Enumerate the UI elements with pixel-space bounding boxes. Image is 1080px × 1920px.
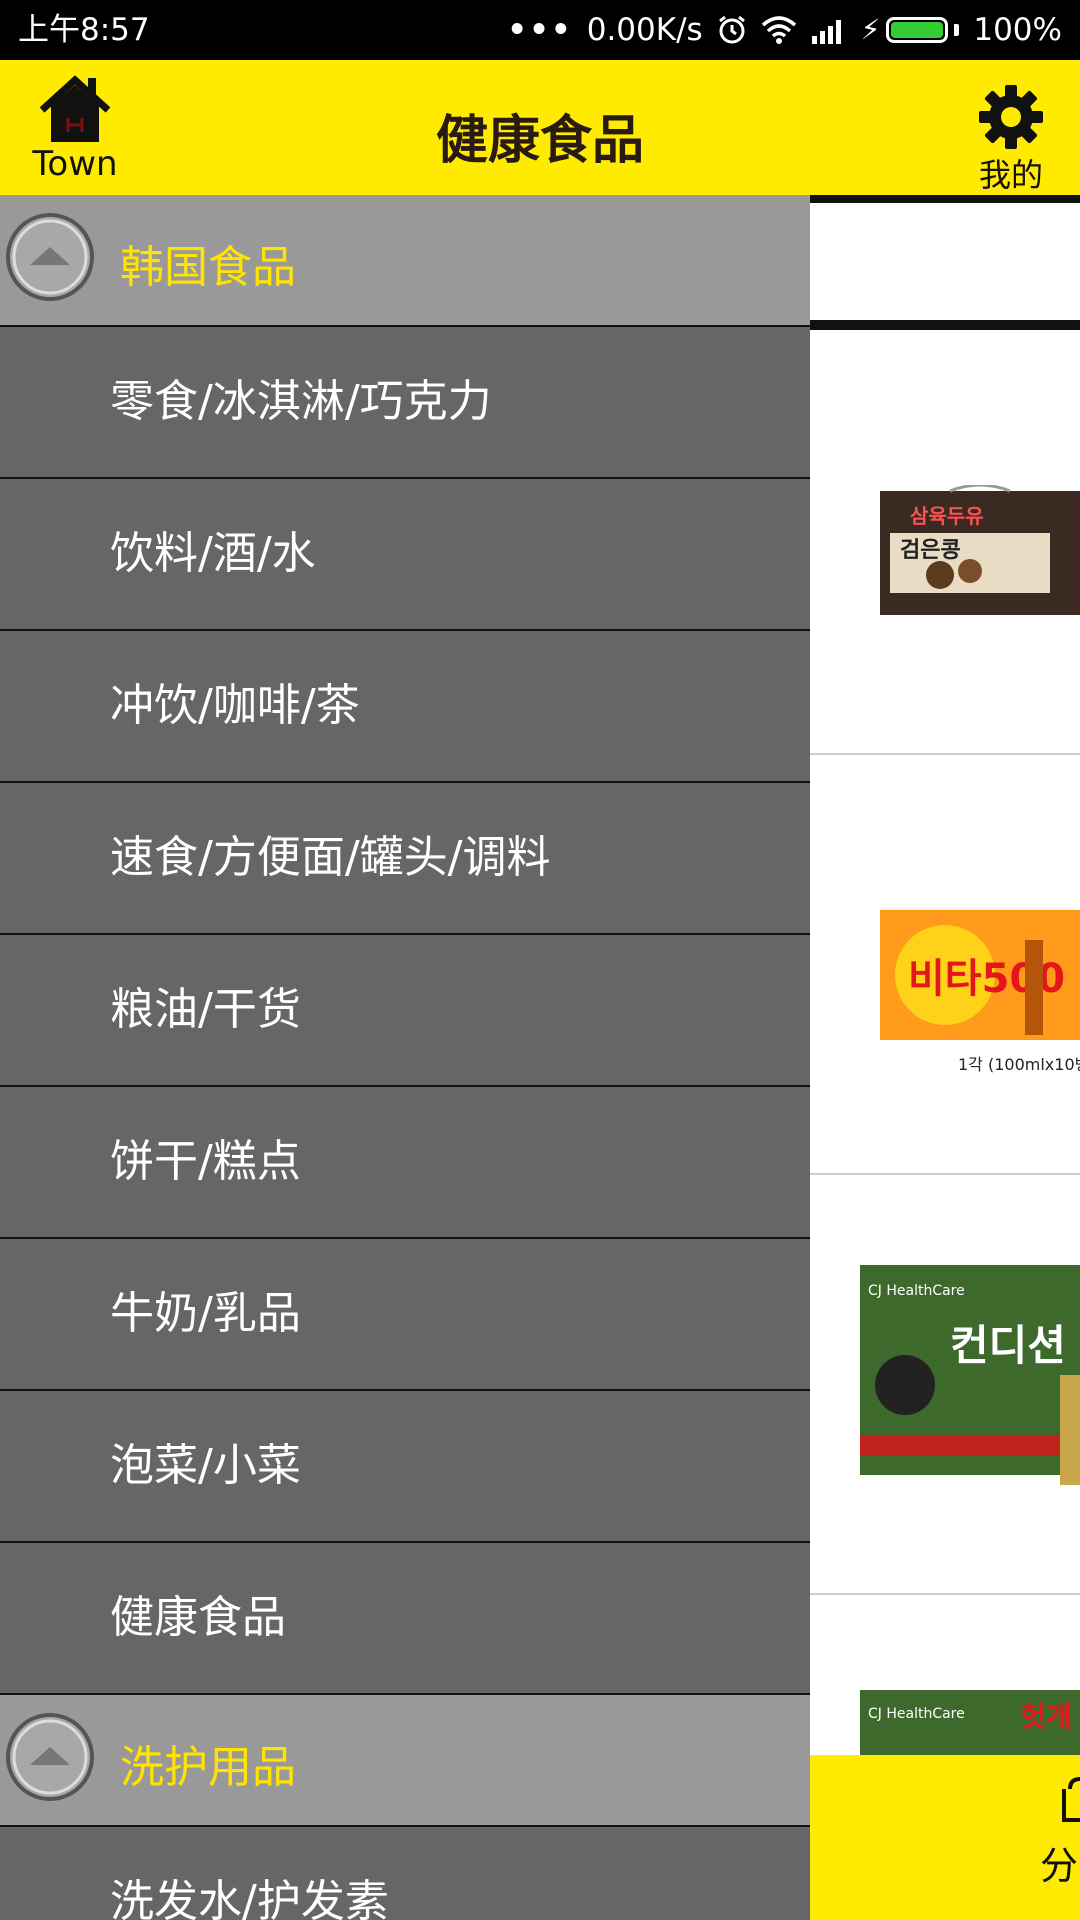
- product-card[interactable]: 비타500 1각 (100mlx10병): [810, 755, 1080, 1175]
- product-card[interactable]: 삼육두유 검은콩: [810, 335, 1080, 755]
- app-header: Town 健康食品 我的: [0, 60, 1080, 195]
- product-sub-text: 1각 (100mlx10병): [958, 1055, 1080, 1074]
- group-header-personal-care[interactable]: 洗护用品: [0, 1695, 810, 1827]
- battery-tip: [954, 24, 960, 36]
- status-icons: ••• 0.00K/s ⚡ 100%: [507, 0, 1062, 60]
- drawer-item[interactable]: 冲饮/咖啡/茶: [0, 631, 810, 783]
- group-label: 韩国食品: [120, 242, 296, 293]
- product-list: 삼육두유 검은콩 비타500 1각 (100mlx10병) CJ HealthC…: [810, 195, 1080, 1920]
- more-dots-icon: •••: [507, 12, 573, 48]
- drawer-item[interactable]: 牛奶/乳品: [0, 1239, 810, 1391]
- gear-icon: [979, 85, 1043, 149]
- collapse-arrow-icon[interactable]: [4, 211, 96, 303]
- status-time: 上午8:57: [18, 12, 150, 48]
- category-tab-bar[interactable]: [810, 195, 1080, 330]
- product-card[interactable]: CJ HealthCare 컨디션: [810, 1175, 1080, 1595]
- product-brand-text: 삼육두유: [910, 504, 984, 528]
- network-speed: 0.00K/s: [586, 12, 703, 48]
- my-account-button[interactable]: 我的: [966, 82, 1056, 196]
- drawer-item[interactable]: 健康食品: [0, 1543, 810, 1695]
- drawer-item[interactable]: 粮油/干货: [0, 935, 810, 1087]
- collapse-arrow-icon[interactable]: [4, 1711, 96, 1803]
- group-header-korean-food[interactable]: 韩国食品: [0, 195, 810, 327]
- product-sub-text: 검은콩: [900, 538, 961, 563]
- charging-icon: ⚡: [860, 13, 881, 46]
- battery-indicator: ⚡: [861, 0, 960, 60]
- category-drawer: 韩国食品 零食/冰淇淋/巧克力 饮料/酒/水 冲饮/咖啡/茶 速食/方便面/罐头…: [0, 195, 810, 1920]
- battery-icon: [886, 17, 949, 43]
- group-label: 洗护用品: [120, 1742, 296, 1793]
- status-bar: 上午8:57 ••• 0.00K/s ⚡ 100%: [0, 0, 1080, 60]
- drawer-item[interactable]: 泡菜/小菜: [0, 1391, 810, 1543]
- product-sub-text: 컨디션: [950, 1321, 1066, 1370]
- bottom-action-label: 分: [1040, 1844, 1079, 1888]
- my-account-label: 我的: [978, 156, 1043, 194]
- product-image: 삼육두유 검은콩: [880, 485, 1080, 615]
- product-brand-text: CJ HealthCare: [868, 1283, 965, 1299]
- signal-icon: [811, 20, 841, 44]
- bottom-action-bar[interactable]: 分: [810, 1755, 1080, 1920]
- bag-icon: [1062, 1776, 1080, 1822]
- product-sub-text: 헛개: [1020, 1700, 1072, 1733]
- battery-fill: [891, 22, 944, 38]
- product-brand-text: CJ HealthCare: [868, 1706, 965, 1722]
- drawer-item[interactable]: 零食/冰淇淋/巧克力: [0, 327, 810, 479]
- alarm-icon: [718, 15, 745, 44]
- page-title: 健康食品: [435, 111, 644, 171]
- product-image: CJ HealthCare 컨디션: [860, 1265, 1080, 1485]
- drawer-item[interactable]: 饼干/糕点: [0, 1087, 810, 1239]
- drawer-item[interactable]: 洗发水/护发素: [0, 1827, 810, 1920]
- battery-percent: 100%: [973, 12, 1062, 48]
- drawer-item[interactable]: 饮料/酒/水: [0, 479, 810, 631]
- wifi-icon: [761, 16, 796, 44]
- drawer-item[interactable]: 速食/方便面/罐头/调料: [0, 783, 810, 935]
- product-image: 비타500 1각 (100mlx10병): [880, 910, 1080, 1074]
